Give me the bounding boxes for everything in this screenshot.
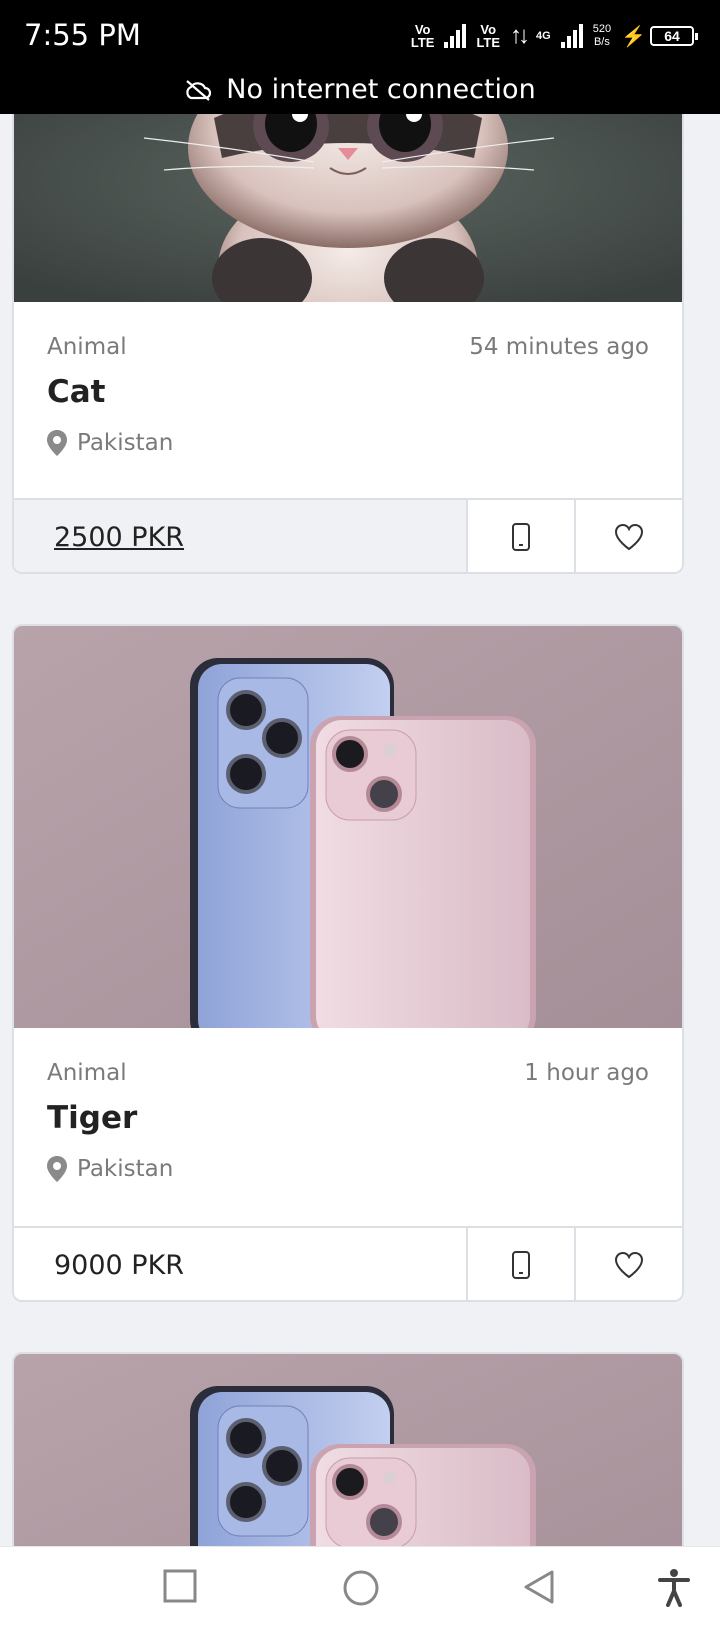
listing-category: Animal xyxy=(47,334,127,360)
price-link[interactable]: 2500 PKR xyxy=(14,500,466,572)
volte-label-bottom: LTE xyxy=(476,35,501,50)
listing-image[interactable] xyxy=(14,626,682,1028)
listing-title[interactable]: Tiger xyxy=(47,1100,137,1136)
listing-time: 54 minutes ago xyxy=(469,334,649,360)
location-label: Pakistan xyxy=(77,430,174,456)
listing-image[interactable] xyxy=(14,98,682,302)
listing-title[interactable]: Cat xyxy=(47,374,106,410)
charging-icon: ⚡ xyxy=(621,25,646,48)
signal-sim1-icon xyxy=(444,24,467,48)
two-smartphones-photo xyxy=(14,626,682,1028)
cloud-off-icon xyxy=(186,79,212,101)
back-icon[interactable] xyxy=(522,1569,556,1605)
home-icon[interactable] xyxy=(342,1569,380,1607)
cartoon-cat-photo xyxy=(14,98,682,302)
network-speed: 520 B/s xyxy=(593,23,611,49)
favorite-button[interactable] xyxy=(574,500,682,572)
listing-time: 1 hour ago xyxy=(524,1060,649,1086)
volte-sim1-icon: Vo LTE xyxy=(411,23,435,49)
status-time: 7:55 PM xyxy=(24,18,141,52)
listing-details: Animal 54 minutes ago Cat Pakistan 2500 … xyxy=(14,302,682,572)
listing-footer: 9000 PKR xyxy=(14,1226,682,1300)
network-type-icon: 4G xyxy=(536,29,551,42)
listing-location: Pakistan xyxy=(47,1156,173,1182)
offline-banner: No internet connection xyxy=(0,74,720,105)
heart-icon xyxy=(614,1251,644,1279)
heart-icon xyxy=(614,523,644,551)
volte-sim2-icon: Vo LTE xyxy=(476,23,500,49)
location-label: Pakistan xyxy=(77,1156,174,1182)
listing-footer: 2500 PKR xyxy=(14,498,682,572)
speed-value: 520 xyxy=(592,23,612,35)
status-icons: Vo LTE Vo LTE ↑↓ 4G 520 B/s ⚡ 64 xyxy=(411,20,698,52)
data-activity-icon: ↑↓ xyxy=(510,22,530,49)
volte-label-bottom: LTE xyxy=(410,35,435,50)
listing-location: Pakistan xyxy=(47,430,173,456)
app-screen: 7:55 PM Vo LTE Vo LTE ↑↓ 4G 520 B/s ⚡ 64… xyxy=(0,0,720,1640)
listing-card[interactable]: Animal 54 minutes ago Cat Pakistan 2500 … xyxy=(12,96,684,574)
accessibility-icon[interactable] xyxy=(658,1569,690,1607)
recents-icon[interactable] xyxy=(163,1569,197,1603)
price-link[interactable]: 9000 PKR xyxy=(14,1228,466,1300)
location-pin-icon xyxy=(47,1156,67,1182)
signal-sim2-icon xyxy=(560,24,583,48)
call-button[interactable] xyxy=(466,500,574,572)
battery-icon: 64 xyxy=(650,26,698,46)
listing-category: Animal xyxy=(47,1060,127,1086)
listing-card[interactable]: Animal 1 hour ago Tiger Pakistan 9000 PK… xyxy=(12,624,684,1302)
status-bar: 7:55 PM Vo LTE Vo LTE ↑↓ 4G 520 B/s ⚡ 64… xyxy=(0,0,720,114)
location-pin-icon xyxy=(47,430,67,456)
listing-details: Animal 1 hour ago Tiger Pakistan 9000 PK… xyxy=(14,1028,682,1300)
call-button[interactable] xyxy=(466,1228,574,1300)
phone-icon xyxy=(512,1251,530,1279)
network-type-label: 4G xyxy=(536,29,551,42)
system-nav-bar xyxy=(0,1546,720,1640)
speed-unit: B/s xyxy=(593,36,610,48)
phone-icon xyxy=(512,523,530,551)
favorite-button[interactable] xyxy=(574,1228,682,1300)
offline-text: No internet connection xyxy=(226,74,536,105)
